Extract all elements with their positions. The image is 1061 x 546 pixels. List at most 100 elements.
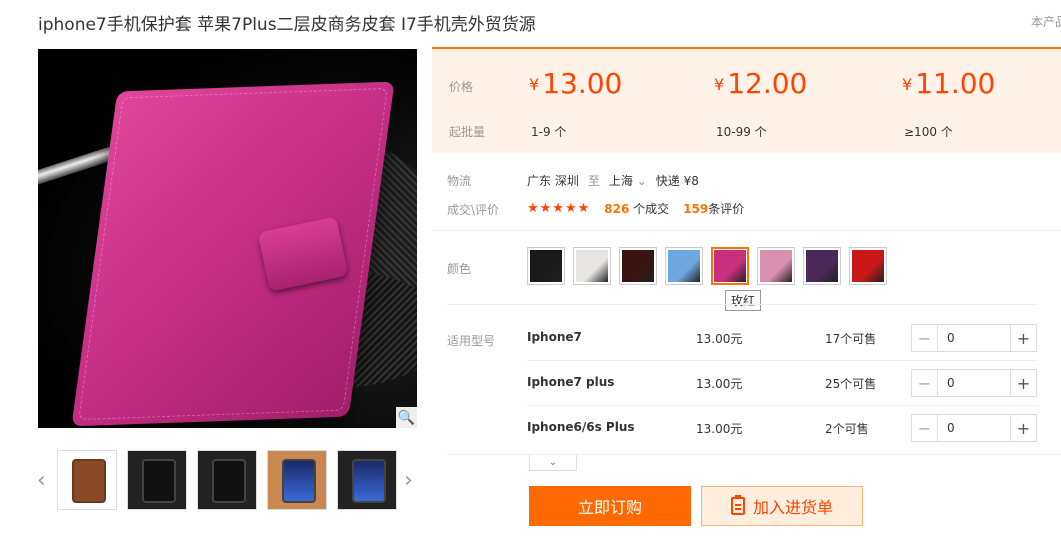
color-swatch[interactable] — [757, 247, 795, 285]
ship-to-value: 上海 — [608, 174, 633, 188]
decrease-button[interactable]: − — [912, 370, 938, 396]
sku-price: 13.00元 — [696, 422, 743, 436]
thumbnail-next-button[interactable]: › — [404, 468, 413, 493]
main-product-image[interactable] — [38, 49, 417, 428]
currency-symbol: ¥ — [902, 75, 913, 94]
sku-name: Iphone6/6s Plus — [527, 420, 635, 434]
color-swatch[interactable] — [803, 247, 841, 285]
search-icon[interactable]: 🔍 — [396, 407, 417, 428]
quantity-stepper: − 0 + — [911, 369, 1037, 397]
price-panel: 价格 起批量 ¥13.00 1-9 个 ¥12.00 10-99 个 ¥11.0… — [432, 47, 1061, 153]
swatch-image — [852, 250, 884, 282]
swatch-image — [668, 250, 700, 282]
quantity-stepper: − 0 + — [911, 414, 1037, 442]
sku-divider — [527, 405, 1037, 406]
swatch-image — [714, 250, 746, 282]
swatch-image — [760, 250, 792, 282]
thumbnail-phone — [282, 459, 316, 503]
thumbnail-2[interactable] — [127, 450, 187, 510]
sku-row: Iphone7 13.00元 17个可售 − 0 + — [527, 324, 1037, 352]
reviews-link[interactable]: 159条评价 — [683, 200, 744, 217]
color-tooltip: 玫红 — [725, 290, 762, 311]
price-range: 1-9 个 — [531, 125, 567, 139]
swatch-image — [530, 250, 562, 282]
sku-price: 13.00元 — [696, 332, 743, 346]
currency-symbol: ¥ — [714, 75, 725, 94]
ship-to-word: 至 — [587, 174, 600, 188]
thumbnail-5[interactable] — [337, 450, 397, 510]
sku-row: Iphone6/6s Plus 13.00元 2个可售 − 0 + — [527, 414, 1037, 442]
color-swatch[interactable] — [711, 247, 749, 285]
rating-label: 成交\评价 — [447, 203, 500, 217]
rating-info: ★★★★★ 826 个成交 159条评价 — [527, 200, 744, 217]
thumbnail-prev-button[interactable]: ‹ — [37, 468, 46, 493]
color-swatches — [527, 247, 887, 285]
divider — [447, 304, 1037, 305]
header-right-text[interactable]: 本产品 — [1031, 13, 1061, 30]
quantity-input[interactable]: 0 — [938, 325, 1010, 351]
swatch-image — [622, 250, 654, 282]
swatch-image — [806, 250, 838, 282]
star-rating: ★★★★★ — [527, 201, 591, 216]
ship-to-select[interactable]: 上海 ⌄ — [609, 172, 647, 189]
ship-from: 广东 深圳 — [527, 174, 579, 188]
deals-count: 826 — [604, 202, 630, 216]
price-label: 价格 — [449, 80, 474, 94]
divider — [432, 230, 1061, 231]
color-swatch[interactable] — [665, 247, 703, 285]
quantity-stepper: − 0 + — [911, 324, 1037, 352]
price-range: 10-99 个 — [716, 125, 767, 139]
thumbnail-1[interactable] — [57, 450, 117, 510]
bottom-cut-text: ... ... ... — [38, 538, 80, 546]
decrease-button[interactable]: − — [912, 415, 938, 441]
pink-phone-case — [71, 81, 395, 427]
price-range: ≥100 个 — [904, 125, 953, 139]
sku-price: 13.00元 — [696, 377, 743, 391]
min-qty-label: 起批量 — [449, 125, 486, 139]
color-swatch[interactable] — [527, 247, 565, 285]
sku-stock: 2个可售 — [825, 422, 869, 436]
thumbnail-4[interactable] — [267, 450, 327, 510]
sku-divider — [527, 360, 1037, 361]
quantity-input[interactable]: 0 — [938, 415, 1010, 441]
clipboard-icon — [730, 495, 745, 515]
sku-name: Iphone7 — [527, 330, 582, 344]
increase-button[interactable]: + — [1010, 415, 1036, 441]
increase-button[interactable]: + — [1010, 325, 1036, 351]
deals-text: 个成交 — [633, 202, 670, 216]
increase-button[interactable]: + — [1010, 370, 1036, 396]
quantity-input[interactable]: 0 — [938, 370, 1010, 396]
thumbnail-phone — [212, 459, 246, 503]
buy-now-button[interactable]: 立即订购 — [529, 486, 691, 526]
color-swatch[interactable] — [619, 247, 657, 285]
shipping-fee: 快递 ¥8 — [655, 174, 699, 188]
price-value: 13.00 — [542, 67, 623, 100]
swatch-image — [576, 250, 608, 282]
price-value: 12.00 — [727, 67, 808, 100]
currency-symbol: ¥ — [529, 75, 540, 94]
price-tier-3: ¥11.00 ≥100 个 — [902, 67, 995, 139]
add-to-list-button[interactable]: 加入进货单 — [701, 486, 863, 526]
color-swatch[interactable] — [849, 247, 887, 285]
expand-toggle[interactable]: ⌄ — [529, 455, 577, 471]
logistics-label: 物流 — [447, 174, 472, 188]
sku-stock: 25个可售 — [825, 377, 877, 391]
price-tier-1: ¥13.00 1-9 个 — [529, 67, 623, 139]
decrease-button[interactable]: − — [912, 325, 938, 351]
reviews-count: 159 — [683, 202, 709, 216]
sku-stock: 17个可售 — [825, 332, 877, 346]
models-label: 适用型号 — [447, 334, 496, 348]
color-label: 颜色 — [447, 262, 472, 276]
logistics-info: 广东 深圳 至 上海 ⌄ 快递 ¥8 — [527, 172, 699, 189]
deals-link[interactable]: 826 个成交 — [604, 200, 669, 217]
thumbnail-phone — [352, 459, 386, 503]
thumbnail-phone — [142, 459, 176, 503]
sku-row: Iphone7 plus 13.00元 25个可售 − 0 + — [527, 369, 1037, 397]
thumbnail-3[interactable] — [197, 450, 257, 510]
add-to-list-label: 加入进货单 — [752, 498, 833, 517]
color-swatch[interactable] — [573, 247, 611, 285]
product-title: iphone7手机保护套 苹果7Plus二层皮商务皮套 I7手机壳外贸货源 — [38, 15, 536, 35]
chevron-down-icon: ⌄ — [548, 457, 558, 468]
price-tier-2: ¥12.00 10-99 个 — [714, 67, 808, 139]
thumbnail-phone — [72, 459, 106, 503]
